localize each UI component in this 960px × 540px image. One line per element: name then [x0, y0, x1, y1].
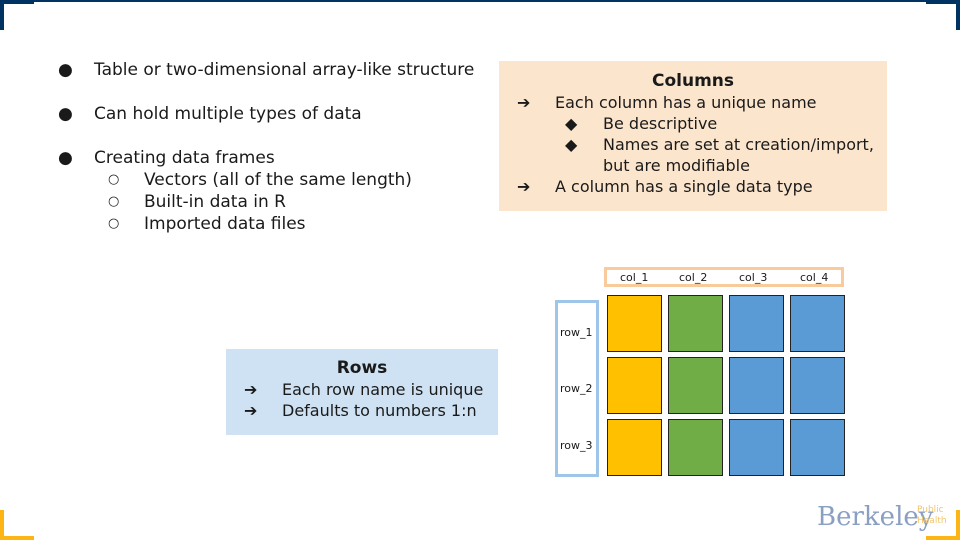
rows-box-item: ➔ Each row name is unique	[244, 379, 483, 400]
data-cell	[607, 295, 662, 352]
arrow-icon: ➔	[244, 380, 258, 399]
columns-box-item: ➔ A column has a single data type	[517, 176, 813, 197]
bullet-dot-icon: ●	[58, 104, 73, 124]
rows-box-title: Rows	[336, 358, 388, 378]
columns-box-item-text: Be descriptive	[603, 114, 718, 133]
columns-box-subitem: ◆ Names are set at creation/import, but …	[565, 134, 874, 175]
diamond-icon: ◆	[565, 135, 578, 154]
arrow-icon: ➔	[244, 401, 258, 420]
top-border-line	[0, 0, 960, 2]
logo-sub-public: Public	[917, 505, 944, 515]
logo-wordmark: Berkeley	[817, 502, 934, 532]
data-cell	[729, 295, 784, 352]
column-name-label: col_1	[620, 271, 649, 284]
data-cell	[790, 295, 845, 352]
bullet-dot-icon: ●	[58, 60, 73, 80]
bullet-circle-icon: ○	[108, 194, 120, 209]
data-cell	[607, 419, 662, 476]
top-right-corner-accent	[926, 0, 960, 30]
columns-box-item: ➔ Each column has a unique name	[517, 92, 817, 113]
rows-box: Rows ➔ Each row name is unique ➔ Default…	[226, 349, 498, 435]
row-name-label: row_2	[560, 382, 593, 395]
bullet-circle-icon: ○	[108, 216, 120, 231]
bullet-text: Built-in data in R	[144, 192, 286, 212]
data-cell	[790, 419, 845, 476]
bullet-text: Imported data files	[144, 214, 306, 234]
data-cell	[607, 357, 662, 414]
row-name-label: row_1	[560, 326, 593, 339]
columns-box-item-text: Names are set at creation/import,	[603, 135, 874, 154]
rows-box-item-text: Each row name is unique	[282, 380, 484, 399]
columns-box-item-text: Each column has a unique name	[555, 93, 817, 112]
diamond-icon: ◆	[565, 114, 578, 133]
bullet-text: Can hold multiple types of data	[94, 104, 362, 124]
bullet-dot-icon: ●	[58, 148, 73, 168]
columns-box-title: Columns	[651, 71, 735, 91]
data-cell	[729, 419, 784, 476]
arrow-icon: ➔	[517, 177, 531, 196]
column-name-label: col_3	[739, 271, 768, 284]
data-cell	[729, 357, 784, 414]
logo-sub-health: Health	[917, 516, 947, 526]
columns-box: Columns ➔ Each column has a unique name …	[499, 61, 887, 211]
arrow-icon: ➔	[517, 93, 531, 112]
bottom-left-corner-accent	[0, 510, 34, 540]
data-cell	[790, 357, 845, 414]
bullet-text: Creating data frames	[94, 148, 275, 168]
data-cell	[668, 295, 723, 352]
columns-box-item-text: A column has a single data type	[555, 177, 813, 196]
bullet-text: Vectors (all of the same length)	[144, 170, 412, 190]
row-name-label: row_3	[560, 439, 593, 452]
columns-box-item-text: but are modifiable	[603, 156, 750, 175]
bullet-circle-icon: ○	[108, 172, 120, 187]
top-left-corner-accent	[0, 0, 34, 30]
rows-box-item-text: Defaults to numbers 1:n	[282, 401, 477, 420]
data-cell	[668, 419, 723, 476]
rows-box-item: ➔ Defaults to numbers 1:n	[244, 400, 477, 421]
data-cell	[668, 357, 723, 414]
column-name-label: col_2	[679, 271, 708, 284]
columns-box-subitem: ◆ Be descriptive	[565, 113, 717, 134]
bullet-text: Table or two-dimensional array-like stru…	[94, 60, 475, 80]
column-name-label: col_4	[800, 271, 829, 284]
